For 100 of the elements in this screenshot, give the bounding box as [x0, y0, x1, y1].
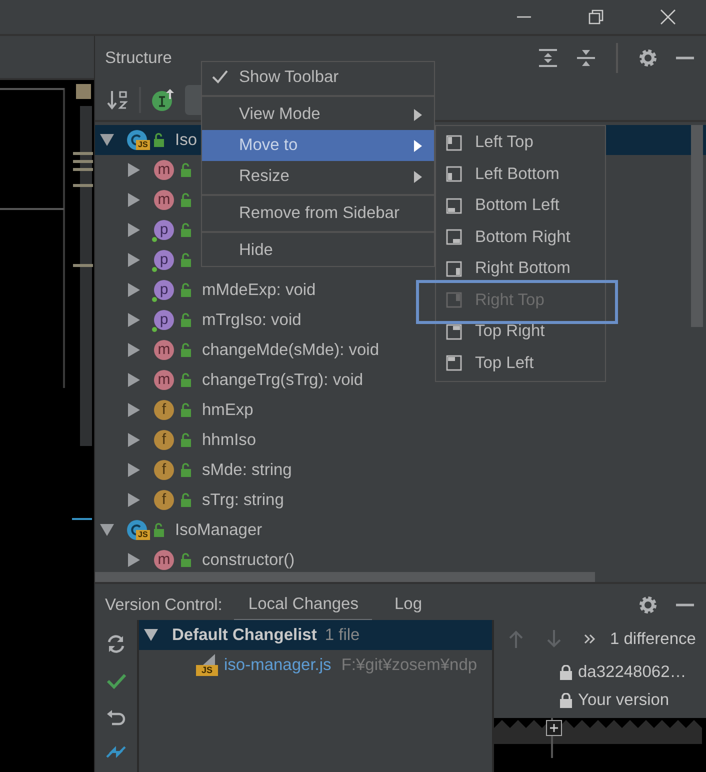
- symbol-badge: m: [154, 160, 174, 180]
- tree-item[interactable]: mTrgIso: void: [202, 310, 302, 330]
- tree-item[interactable]: sMde: string: [202, 460, 292, 480]
- double-chevron-icon[interactable]: [584, 634, 596, 644]
- expand-icon[interactable]: [546, 720, 562, 736]
- submenu-arrow-icon: [414, 170, 422, 182]
- tree-item[interactable]: mMdeExp: void: [202, 280, 316, 300]
- file-type-badge: JS: [136, 140, 150, 150]
- stripe-mark: [73, 264, 93, 267]
- sort-alpha-icon[interactable]: [107, 89, 129, 111]
- symbol-badge: m: [154, 550, 174, 570]
- menu-item[interactable]: Top Left: [436, 348, 605, 379]
- dock-position-icon: [446, 229, 462, 246]
- collapsed-arrow-icon[interactable]: [127, 193, 141, 207]
- lock-icon: [180, 163, 192, 177]
- menu-item[interactable]: Show Toolbar: [202, 62, 434, 93]
- stripe-mark: [73, 184, 93, 187]
- lock-icon: [560, 664, 572, 680]
- tree-item[interactable]: constructor(): [202, 550, 295, 570]
- collapsed-arrow-icon[interactable]: [127, 493, 141, 507]
- collapsed-arrow-icon[interactable]: [127, 463, 141, 477]
- file-type-badge: JS: [136, 530, 150, 540]
- difference-count: 1 difference: [610, 630, 696, 648]
- symbol-badge: p: [154, 220, 174, 240]
- menu-item[interactable]: Remove from Sidebar: [202, 198, 434, 229]
- tree-item[interactable]: changeMde(sMde): void: [202, 340, 380, 360]
- collapsed-arrow-icon[interactable]: [127, 553, 141, 567]
- dot-icon: [152, 297, 157, 302]
- dot-icon: [152, 237, 157, 242]
- close-icon[interactable]: [660, 9, 676, 25]
- collapsed-arrow-icon[interactable]: [127, 343, 141, 357]
- submenu-arrow-icon: [414, 140, 422, 152]
- lock-icon: [180, 373, 192, 387]
- lock-icon: [180, 223, 192, 237]
- dock-position-icon: [446, 166, 462, 182]
- collapsed-arrow-icon[interactable]: [127, 223, 141, 237]
- menu-item[interactable]: Left Top: [436, 127, 605, 158]
- file-name[interactable]: iso-manager.js: [224, 656, 332, 674]
- tree-item[interactable]: hhmIso: [202, 430, 256, 450]
- restore-icon[interactable]: [588, 9, 604, 25]
- symbol-badge: f: [154, 430, 174, 450]
- collapsed-arrow-icon[interactable]: [127, 433, 141, 447]
- collapsed-arrow-icon[interactable]: [127, 373, 141, 387]
- lock-icon: [180, 493, 192, 507]
- menu-item[interactable]: Move to: [202, 130, 434, 161]
- lock-icon: [180, 403, 192, 417]
- file-path: F:¥git¥zosem¥ndp: [341, 656, 478, 674]
- collapsed-arrow-icon[interactable]: [127, 313, 141, 327]
- menu-item[interactable]: Bottom Left: [436, 190, 605, 222]
- symbol-badge: p: [154, 310, 174, 330]
- menu-item[interactable]: Bottom Right: [436, 222, 605, 253]
- version-label: Your version: [578, 690, 670, 710]
- expanded-arrow-icon[interactable]: [100, 134, 114, 146]
- expand-all-icon[interactable]: [538, 48, 558, 68]
- expanded-arrow-icon[interactable]: [100, 524, 114, 536]
- collapsed-arrow-icon[interactable]: [127, 403, 141, 417]
- dot-icon: [152, 327, 157, 332]
- tab[interactable]: Log: [380, 588, 436, 622]
- dock-position-icon: [446, 324, 462, 340]
- tree-item[interactable]: IsoManager: [175, 520, 262, 540]
- minimize-icon[interactable]: [676, 603, 694, 607]
- settings-icon[interactable]: [638, 595, 658, 615]
- settings-icon[interactable]: [638, 48, 658, 68]
- file-count: 1 file: [324, 626, 360, 644]
- lock-icon: [180, 283, 192, 297]
- tree-item[interactable]: hmExp: [202, 400, 254, 420]
- menu-item[interactable]: Right Bottom: [436, 253, 605, 284]
- symbol-badge: m: [154, 370, 174, 390]
- undo-icon[interactable]: [106, 708, 126, 728]
- menu-item[interactable]: Left Bottom: [436, 158, 605, 190]
- checkmark-icon[interactable]: [106, 672, 126, 690]
- collapsed-arrow-icon[interactable]: [127, 253, 141, 267]
- changelist-name[interactable]: Default Changelist: [172, 626, 317, 644]
- scrollbar[interactable]: [80, 106, 92, 446]
- stripe-mark: [73, 168, 93, 171]
- lock-icon: [180, 463, 192, 477]
- dock-position-icon: [446, 198, 462, 214]
- tree-item[interactable]: Iso: [175, 130, 198, 150]
- tree-item[interactable]: sTrg: string: [202, 490, 284, 510]
- interface-icon[interactable]: [151, 88, 175, 112]
- symbol-badge: f: [154, 400, 174, 420]
- expanded-arrow-icon[interactable]: [144, 629, 158, 641]
- menu-item[interactable]: Hide: [202, 235, 434, 266]
- scrollbar[interactable]: [691, 125, 703, 327]
- minimize-icon[interactable]: [676, 56, 694, 60]
- status-marker: [76, 84, 91, 99]
- menu-item[interactable]: Resize: [202, 161, 434, 192]
- collapsed-arrow-icon[interactable]: [127, 283, 141, 297]
- refresh-icon[interactable]: [106, 634, 126, 654]
- symbol-badge: p: [154, 280, 174, 300]
- menu-item[interactable]: Top Right: [436, 316, 605, 348]
- merge-arrows-icon[interactable]: [105, 746, 127, 758]
- collapsed-arrow-icon[interactable]: [127, 163, 141, 177]
- change-marker: [72, 518, 92, 520]
- tree-item[interactable]: changeTrg(sTrg): void: [202, 370, 364, 390]
- collapse-all-icon[interactable]: [576, 48, 596, 68]
- symbol-badge: p: [154, 250, 174, 270]
- panel-label: Version Control:: [105, 596, 222, 614]
- menu-item[interactable]: View Mode: [202, 99, 434, 130]
- dock-position-icon: [446, 260, 462, 277]
